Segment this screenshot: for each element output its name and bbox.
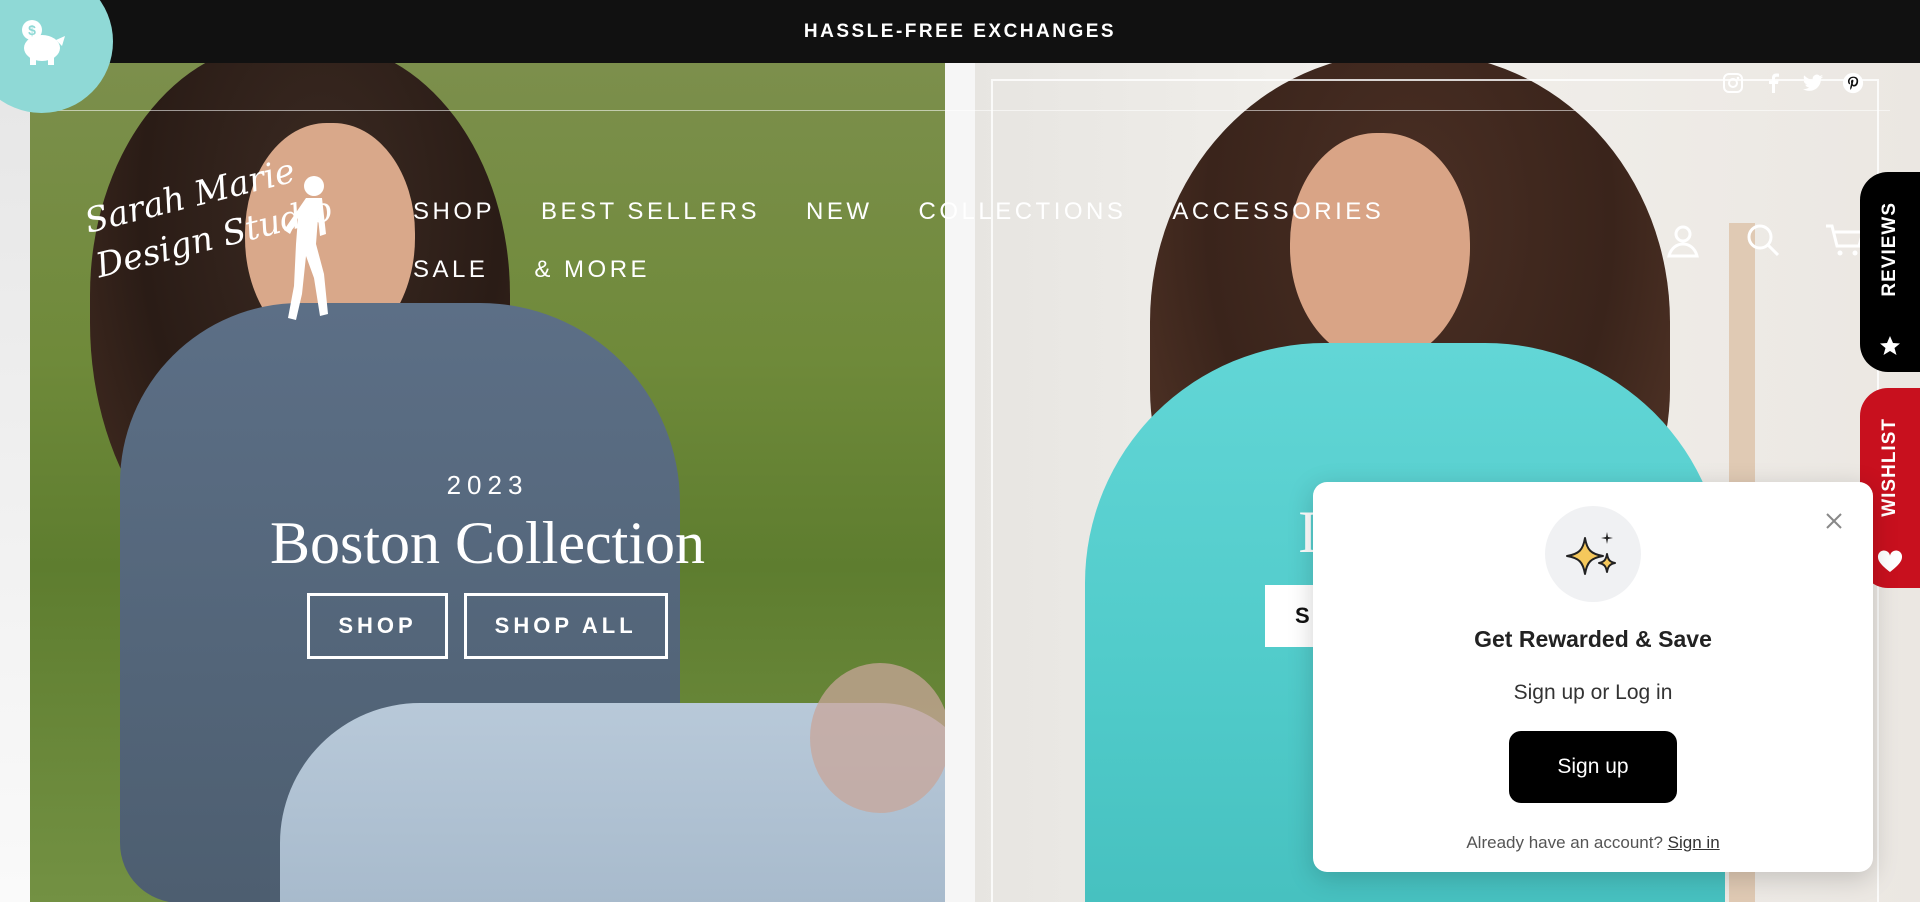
star-icon [1880,336,1900,355]
popup-footer: Already have an account? Sign in [1313,833,1873,853]
pinterest-icon[interactable] [1842,72,1864,94]
model-knee [810,663,945,813]
twitter-icon[interactable] [1802,72,1824,94]
wishlist-tab-label: WISHLIST [1879,418,1900,517]
hero-buttons: SHOP SHOP ALL [30,593,945,659]
hero-gutter [945,63,975,902]
shop-button[interactable]: SHOP [307,593,448,659]
runner-silhouette-icon [284,176,328,320]
nav-item-sale[interactable]: SALE [413,253,488,287]
social-links [1722,72,1864,94]
instagram-icon[interactable] [1722,72,1744,94]
popup-subtitle: Sign up or Log in [1513,681,1673,704]
main-navigation: SHOP BEST SELLERS NEW COLLECTIONS ACCESS… [413,195,1503,287]
reviews-tab[interactable]: REVIEWS [1860,172,1920,372]
piggy-bank-icon: $ [22,20,65,65]
shop-all-button[interactable]: SHOP ALL [463,593,668,659]
svg-text:$: $ [28,22,36,38]
nav-item-accessories[interactable]: ACCESSORIES [1172,195,1384,229]
announcement-text: HASSLE-FREE EXCHANGES [803,20,1117,42]
popup-title: Get Rewarded & Save [1474,626,1712,652]
popup-footer-text: Already have an account? [1466,833,1663,852]
cart-icon[interactable] [1825,222,1865,258]
rewards-popup: Get Rewarded & Save Sign up or Log in Si… [1313,482,1873,872]
hero-title: Boston Collection [270,510,705,576]
close-icon[interactable] [1821,508,1847,534]
account-icon[interactable] [1665,222,1701,258]
reviews-tab-label: REVIEWS [1879,202,1900,297]
nav-item-shop[interactable]: SHOP [413,195,495,229]
sparkles-icon [1545,506,1641,602]
facebook-icon[interactable] [1762,72,1784,94]
heart-icon [1877,550,1903,572]
announcement-bar: HASSLE-FREE EXCHANGES [0,0,1920,63]
site-logo[interactable]: Sarah Marie Design Studio [80,151,342,320]
header-divider [30,110,1890,111]
header-actions [1665,222,1865,258]
nav-item-more[interactable]: & MORE [534,253,650,287]
hero-left-edge [0,63,30,902]
nav-item-collections[interactable]: COLLECTIONS [919,195,1127,229]
sign-up-button[interactable]: Sign up [1509,731,1677,803]
nav-item-new[interactable]: NEW [806,195,873,229]
hero-left-copy: 2023 Boston Collection SHOP SHOP ALL [30,470,945,659]
sign-in-link[interactable]: Sign in [1668,833,1720,852]
hero-eyebrow: 2023 [446,470,529,500]
nav-item-best-sellers[interactable]: BEST SELLERS [541,195,760,229]
search-icon[interactable] [1745,222,1781,258]
